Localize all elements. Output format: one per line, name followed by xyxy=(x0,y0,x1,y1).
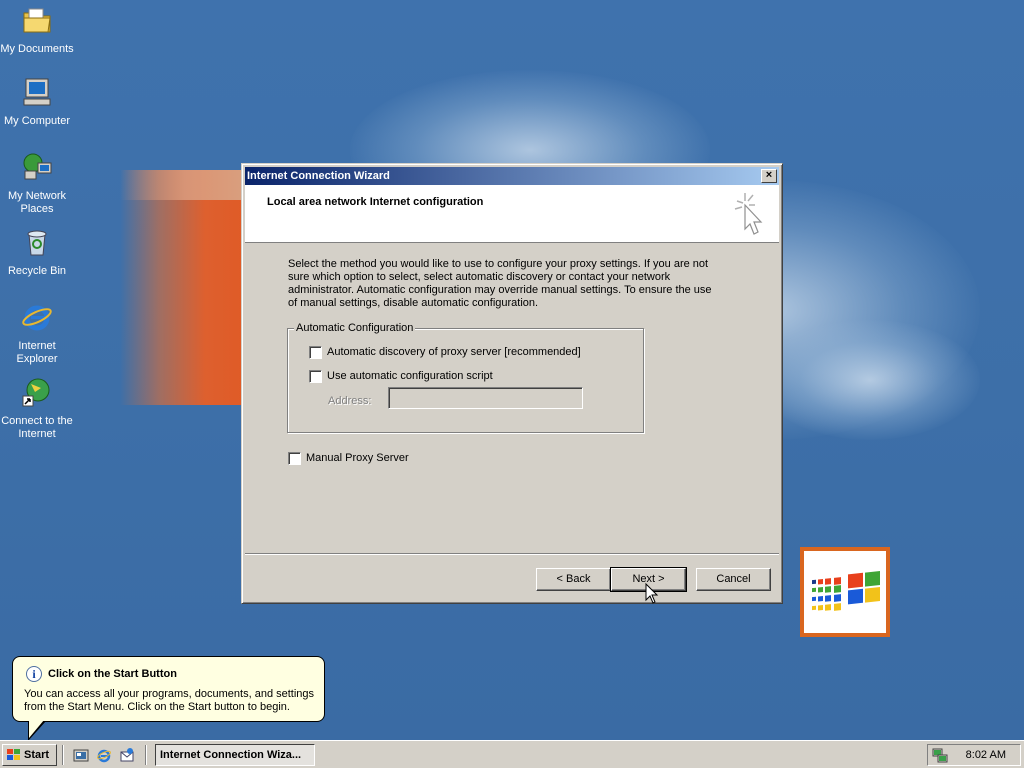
close-icon: × xyxy=(765,169,773,181)
auto-discovery-label[interactable]: Automatic discovery of proxy server [rec… xyxy=(327,346,581,358)
wallpaper-orange-blur xyxy=(120,170,250,405)
address-label: Address: xyxy=(328,395,372,407)
mouse-pointer-icon xyxy=(645,583,659,604)
windows-logo xyxy=(800,547,890,637)
cloud xyxy=(760,320,980,440)
auto-script-label[interactable]: Use automatic configuration script xyxy=(327,370,493,382)
cancel-button[interactable]: Cancel xyxy=(696,568,771,591)
connect-internet-icon xyxy=(22,378,50,407)
address-input[interactable] xyxy=(388,387,583,409)
start-button[interactable]: Start xyxy=(2,744,57,766)
automatic-configuration-group: Automatic Configuration Automatic discov… xyxy=(287,322,644,433)
manual-proxy-checkbox[interactable] xyxy=(288,452,301,465)
internet-explorer-icon xyxy=(22,305,52,331)
desktop-icon-internet-explorer[interactable]: Internet Explorer xyxy=(0,301,74,366)
my-computer-icon xyxy=(23,78,51,106)
wizard-sparkle-cursor-icon xyxy=(734,193,763,235)
desktop-icon-my-documents[interactable]: My Documents xyxy=(0,4,74,56)
windows-flag-icon xyxy=(812,571,880,611)
taskbar-divider xyxy=(145,745,147,765)
windows-flag-icon xyxy=(7,749,20,760)
desktop-icon-label: My Computer xyxy=(3,115,71,127)
desktop-icon-recycle-bin[interactable]: Recycle Bin xyxy=(0,226,74,278)
window-titlebar[interactable]: Internet Connection Wizard × xyxy=(245,167,779,185)
desktop-icon-my-computer[interactable]: My Computer xyxy=(0,76,74,128)
recycle-bin-icon xyxy=(27,230,47,256)
window-title: Internet Connection Wizard xyxy=(247,170,390,182)
taskbar: Start Internet Connection Wiza... 8:02 A… xyxy=(0,740,1024,768)
desktop-icon-label: My Documents xyxy=(0,43,74,55)
taskbar-divider xyxy=(62,745,64,765)
balloon-tail-fill xyxy=(29,720,44,738)
network-places-icon xyxy=(23,153,52,180)
info-icon: i xyxy=(26,666,42,682)
outlook-express-icon[interactable] xyxy=(119,747,135,763)
internet-explorer-icon[interactable] xyxy=(96,747,112,763)
intro-text: Select the method you would like to use … xyxy=(288,258,712,309)
balloon-tip[interactable]: i Click on the Start Button You can acce… xyxy=(12,656,325,722)
manual-proxy-label[interactable]: Manual Proxy Server xyxy=(306,452,409,464)
internet-connection-wizard-window: Internet Connection Wizard × Local area … xyxy=(241,163,783,604)
start-label: Start xyxy=(24,749,50,761)
desktop-icon-label: My Network Places xyxy=(7,190,67,215)
page-title: Local area network Internet configuratio… xyxy=(267,196,484,208)
system-tray: 8:02 AM xyxy=(927,744,1021,766)
auto-discovery-checkbox[interactable] xyxy=(309,346,322,359)
desktop-icon-label: Connect to the Internet xyxy=(1,415,73,440)
desktop-icon-label: Internet Explorer xyxy=(16,340,58,365)
desktop-icon-label: Recycle Bin xyxy=(7,265,67,277)
taskbar-button-wizard[interactable]: Internet Connection Wiza... xyxy=(155,744,315,766)
back-button[interactable]: < Back xyxy=(536,568,611,591)
button-separator xyxy=(245,553,779,555)
balloon-title: Click on the Start Button xyxy=(48,668,177,680)
wizard-header: Local area network Internet configuratio… xyxy=(245,185,779,243)
network-tray-icon[interactable] xyxy=(932,747,948,763)
balloon-text: You can access all your programs, docume… xyxy=(24,688,315,713)
my-documents-folder-icon xyxy=(23,8,51,33)
group-legend: Automatic Configuration xyxy=(294,322,416,334)
desktop-icon-connect-internet[interactable]: Connect to the Internet xyxy=(0,376,74,441)
auto-script-checkbox[interactable] xyxy=(309,370,322,383)
desktop-icon-network-places[interactable]: My Network Places xyxy=(0,151,74,216)
close-button[interactable]: × xyxy=(761,169,777,183)
clock[interactable]: 8:02 AM xyxy=(966,749,1006,761)
show-desktop-icon[interactable] xyxy=(73,747,89,763)
